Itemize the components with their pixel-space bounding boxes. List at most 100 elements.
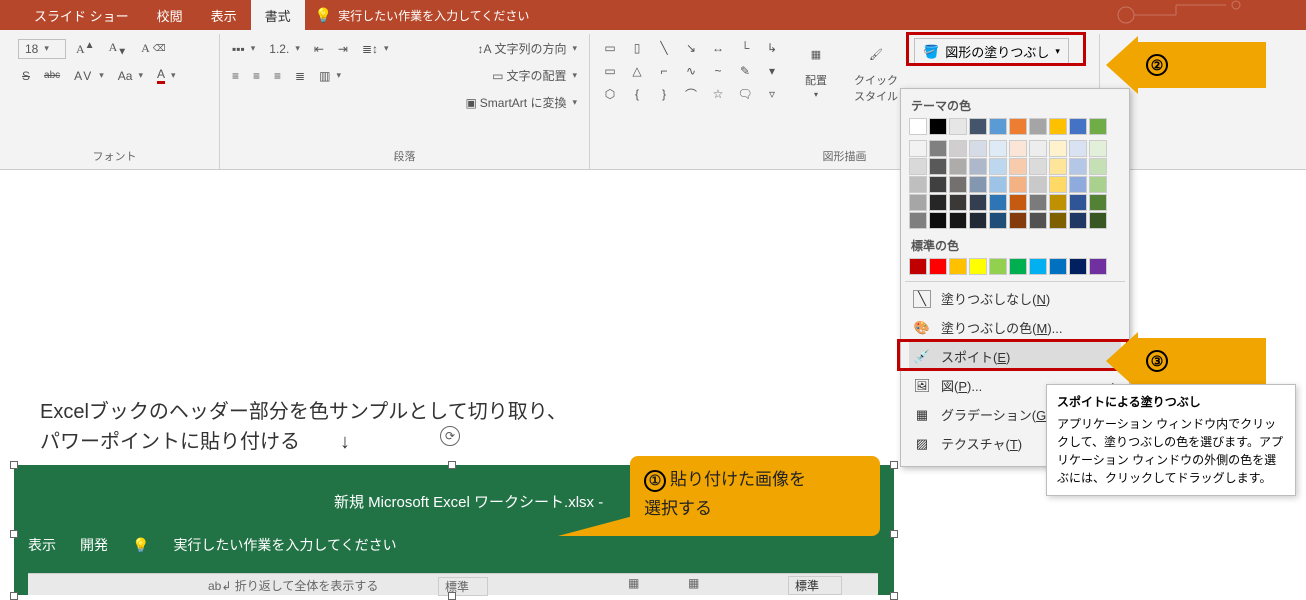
selection-handle[interactable]: [890, 592, 898, 600]
tell-me-box[interactable]: 💡 実行したい作業を入力してください: [315, 7, 530, 24]
shape-curve2-icon[interactable]: ~: [706, 61, 730, 81]
color-swatch[interactable]: [909, 158, 927, 175]
color-swatch[interactable]: [1009, 212, 1027, 229]
strike-abc-icon[interactable]: abc: [40, 68, 64, 83]
selection-handle[interactable]: [10, 592, 18, 600]
color-swatch[interactable]: [1069, 194, 1087, 211]
color-swatch[interactable]: [1089, 258, 1107, 275]
color-swatch[interactable]: [1089, 158, 1107, 175]
color-swatch[interactable]: [909, 194, 927, 211]
color-swatch[interactable]: [989, 258, 1007, 275]
color-swatch[interactable]: [989, 118, 1007, 135]
color-swatch[interactable]: [929, 140, 947, 157]
tab-format[interactable]: 書式: [251, 0, 305, 30]
color-swatch[interactable]: [1009, 118, 1027, 135]
color-swatch[interactable]: [1049, 212, 1067, 229]
color-swatch[interactable]: [909, 118, 927, 135]
numbering-icon[interactable]: 1.2.: [265, 40, 304, 58]
no-fill-item[interactable]: ╲塗りつぶしなし(N): [909, 284, 1121, 313]
strike-icon[interactable]: S: [18, 67, 34, 85]
arrange-button[interactable]: ▦ 配置 ▾: [794, 38, 838, 99]
quick-styles-button[interactable]: 🖌 クイック スタイル: [848, 38, 904, 104]
shape-expand-icon[interactable]: ▾: [760, 61, 784, 81]
color-swatch[interactable]: [1089, 118, 1107, 135]
color-swatch[interactable]: [929, 118, 947, 135]
align-right-icon[interactable]: ≡: [270, 67, 285, 85]
shape-vtextbox-icon[interactable]: ▯: [625, 38, 649, 58]
color-swatch[interactable]: [949, 258, 967, 275]
tab-view[interactable]: 表示: [197, 0, 251, 30]
color-swatch[interactable]: [929, 212, 947, 229]
color-swatch[interactable]: [929, 158, 947, 175]
shape-callout-icon[interactable]: 🗨: [733, 84, 757, 104]
text-align-button[interactable]: ▭文字の配置: [488, 65, 581, 86]
color-swatch[interactable]: [1009, 158, 1027, 175]
rotate-handle-icon[interactable]: ⟳: [440, 426, 460, 446]
increase-font-icon[interactable]: A▲: [72, 38, 99, 59]
color-swatch[interactable]: [969, 212, 987, 229]
color-swatch[interactable]: [1049, 158, 1067, 175]
color-swatch[interactable]: [1049, 118, 1067, 135]
columns-icon[interactable]: ▥: [315, 67, 345, 85]
color-swatch[interactable]: [1069, 158, 1087, 175]
selection-handle[interactable]: [890, 461, 898, 469]
line-spacing-icon[interactable]: ≣↕: [358, 40, 393, 58]
shape-arc-icon[interactable]: ⌒: [679, 84, 703, 104]
color-swatch[interactable]: [969, 140, 987, 157]
indent-decrease-icon[interactable]: ⇤: [310, 40, 328, 58]
selection-handle[interactable]: [10, 530, 18, 538]
color-swatch[interactable]: [1089, 212, 1107, 229]
color-swatch[interactable]: [949, 140, 967, 157]
color-swatch[interactable]: [989, 140, 1007, 157]
font-color-icon[interactable]: A: [153, 65, 180, 86]
color-swatch[interactable]: [929, 176, 947, 193]
color-swatch[interactable]: [1029, 194, 1047, 211]
clear-formatting-icon[interactable]: A⌫: [137, 39, 169, 58]
shape-double-arrow-icon[interactable]: ↔: [706, 38, 730, 58]
shape-triangle-icon[interactable]: △: [625, 61, 649, 81]
align-center-icon[interactable]: ≡: [249, 67, 264, 85]
font-size-combo[interactable]: 18: [18, 39, 66, 59]
color-swatch[interactable]: [1069, 258, 1087, 275]
shape-arrow-line-icon[interactable]: ↘: [679, 38, 703, 58]
selection-handle[interactable]: [890, 530, 898, 538]
color-swatch[interactable]: [969, 194, 987, 211]
color-swatch[interactable]: [1049, 140, 1067, 157]
color-swatch[interactable]: [989, 212, 1007, 229]
color-swatch[interactable]: [1029, 140, 1047, 157]
change-case-icon[interactable]: Aa: [114, 67, 147, 85]
align-left-icon[interactable]: ≡: [228, 67, 243, 85]
color-swatch[interactable]: [969, 158, 987, 175]
color-swatch[interactable]: [989, 176, 1007, 193]
color-swatch[interactable]: [969, 258, 987, 275]
shape-rect-icon[interactable]: ▭: [598, 61, 622, 81]
color-swatch[interactable]: [1049, 176, 1067, 193]
more-colors-item[interactable]: 🎨塗りつぶしの色(M)...: [909, 313, 1121, 342]
color-swatch[interactable]: [1069, 212, 1087, 229]
color-swatch[interactable]: [1009, 194, 1027, 211]
shape-elbow-arrow-icon[interactable]: ↳: [760, 38, 784, 58]
color-swatch[interactable]: [909, 258, 927, 275]
shape-brace-l-icon[interactable]: {: [625, 84, 649, 104]
color-swatch[interactable]: [929, 258, 947, 275]
shape-more-icon[interactable]: ▿: [760, 84, 784, 104]
color-swatch[interactable]: [1089, 140, 1107, 157]
color-swatch[interactable]: [989, 194, 1007, 211]
shape-elbow-icon[interactable]: └: [733, 38, 757, 58]
shape-gallery[interactable]: ▭ ▯ ╲ ↘ ↔ └ ↳ ▭ △ ⌐ ∿ ~ ✎ ▾ ⬡ { } ⌒ ☆ 🗨: [598, 38, 784, 104]
color-swatch[interactable]: [1069, 118, 1087, 135]
color-swatch[interactable]: [969, 176, 987, 193]
smartart-button[interactable]: ▣SmartArt に変換: [461, 92, 581, 113]
shape-hex-icon[interactable]: ⬡: [598, 84, 622, 104]
color-swatch[interactable]: [949, 118, 967, 135]
tab-review[interactable]: 校閲: [143, 0, 197, 30]
color-swatch[interactable]: [1089, 176, 1107, 193]
shape-line-icon[interactable]: ╲: [652, 38, 676, 58]
selection-handle[interactable]: [10, 461, 18, 469]
color-swatch[interactable]: [949, 194, 967, 211]
shape-textbox-icon[interactable]: ▭: [598, 38, 622, 58]
color-swatch[interactable]: [1009, 176, 1027, 193]
color-swatch[interactable]: [989, 158, 1007, 175]
selection-handle[interactable]: [448, 592, 456, 600]
shape-freeform-icon[interactable]: ✎: [733, 61, 757, 81]
